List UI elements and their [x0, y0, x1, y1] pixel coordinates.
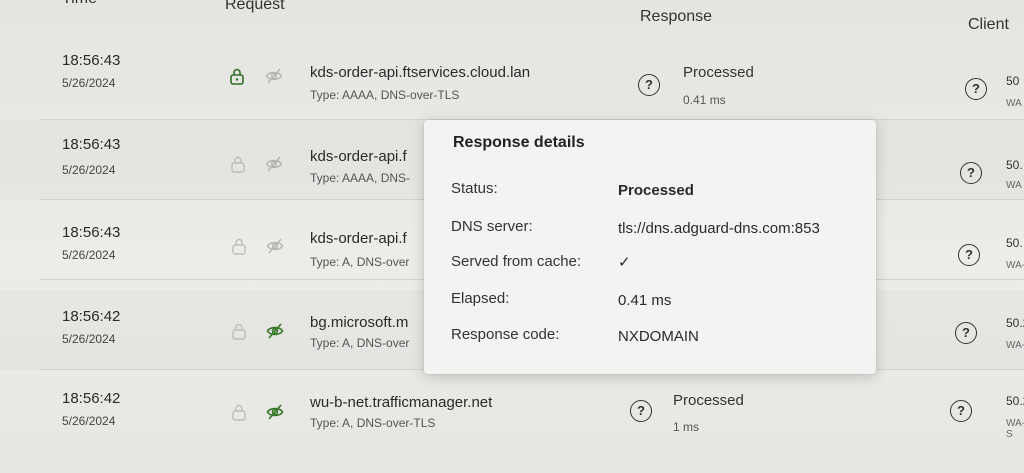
client-name: WA-S: [1006, 418, 1024, 440]
request-domain[interactable]: wu-b-net.trafficmanager.net: [310, 394, 492, 411]
question-icon[interactable]: ?: [960, 162, 982, 184]
row-time: 18:56:42: [62, 390, 121, 407]
column-header-request[interactable]: Request: [225, 0, 285, 14]
row-date: 5/26/2024: [62, 76, 116, 90]
request-type: Type: AAAA, DNS-over-TLS: [310, 88, 460, 102]
eye-off-icon[interactable]: [265, 155, 283, 173]
client-name: WA: [1006, 98, 1022, 109]
status-label: Status:: [451, 180, 498, 197]
lock-icon: [229, 155, 247, 173]
request-type: Type: A, DNS-over: [310, 255, 410, 269]
response-status: Processed: [683, 64, 754, 81]
client-ip: 50.2: [1006, 316, 1024, 330]
row-date: 5/26/2024: [62, 163, 116, 177]
served-from-cache-label: Served from cache:: [451, 253, 582, 270]
response-code-label: Response code:: [451, 326, 560, 343]
row-time: 18:56:43: [62, 136, 121, 153]
client-ip: 50.: [1006, 236, 1023, 250]
client-name: WA-: [1006, 260, 1024, 271]
request-domain[interactable]: kds-order-api.ftservices.cloud.lan: [310, 64, 530, 81]
lock-icon: [228, 67, 246, 85]
column-header-client[interactable]: Client: [968, 16, 1009, 34]
column-header-response[interactable]: Response: [640, 8, 712, 26]
client-ip: 50.: [1006, 158, 1023, 172]
check-icon: ✓: [618, 254, 631, 271]
response-status: Processed: [673, 392, 744, 409]
request-domain[interactable]: kds-order-api.f: [310, 148, 407, 165]
eye-off-icon[interactable]: [266, 237, 284, 255]
client-ip: 50.2: [1006, 394, 1024, 408]
request-type: Type: AAAA, DNS-: [310, 171, 411, 185]
request-domain[interactable]: bg.microsoft.m: [310, 314, 408, 331]
elapsed-label: Elapsed:: [451, 290, 510, 307]
lock-icon: [230, 403, 248, 421]
row-date: 5/26/2024: [62, 248, 116, 262]
response-details-popup: Response details Status: Processed DNS s…: [424, 120, 876, 374]
eye-off-icon[interactable]: [266, 322, 284, 340]
log-row[interactable]: 18:56:42 5/26/2024 wu-b-net.trafficmanag…: [0, 370, 1024, 450]
response-elapsed: 0.41 ms: [683, 93, 726, 107]
query-log-page: Time Request Response Client 18:56:43 5/…: [0, 0, 1024, 473]
column-header-time[interactable]: Time: [62, 0, 97, 8]
row-time: 18:56:42: [62, 308, 121, 325]
client-name: WA: [1006, 180, 1022, 191]
eye-off-icon[interactable]: [265, 67, 283, 85]
question-icon[interactable]: ?: [950, 400, 972, 422]
question-icon[interactable]: ?: [965, 78, 987, 100]
log-row[interactable]: 18:56:43 5/26/2024 kds-order-api.ftservi…: [0, 40, 1024, 120]
request-domain[interactable]: kds-order-api.f: [310, 230, 407, 247]
eye-off-icon[interactable]: [266, 403, 284, 421]
question-icon[interactable]: ?: [955, 322, 977, 344]
request-type: Type: A, DNS-over: [310, 336, 410, 350]
row-date: 5/26/2024: [62, 414, 116, 428]
request-type: Type: A, DNS-over-TLS: [310, 416, 436, 430]
status-value: Processed: [618, 182, 694, 199]
row-time: 18:56:43: [62, 52, 121, 69]
question-icon[interactable]: ?: [958, 244, 980, 266]
response-code-value: NXDOMAIN: [618, 328, 699, 345]
client-name: WA-: [1006, 340, 1024, 351]
row-time: 18:56:43: [62, 224, 121, 241]
elapsed-value: 0.41 ms: [618, 292, 672, 309]
client-ip: 50: [1006, 74, 1020, 88]
lock-icon: [230, 237, 248, 255]
dns-server-label: DNS server:: [451, 218, 533, 235]
lock-icon: [230, 322, 248, 340]
row-date: 5/26/2024: [62, 332, 116, 346]
popup-title: Response details: [453, 134, 585, 151]
dns-server-value: tls://dns.adguard-dns.com:853: [618, 220, 820, 237]
question-icon[interactable]: ?: [630, 400, 652, 422]
response-elapsed: 1 ms: [673, 420, 700, 434]
question-icon[interactable]: ?: [638, 74, 660, 96]
